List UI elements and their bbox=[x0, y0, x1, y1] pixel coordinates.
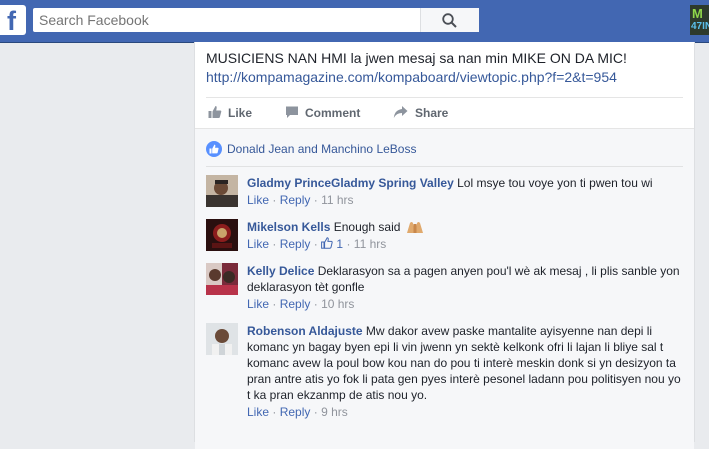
avatar-badge-letter: M bbox=[692, 6, 703, 21]
divider bbox=[206, 166, 683, 167]
post-action-bar: Like Comment Share bbox=[195, 98, 694, 128]
comment-reply-link[interactable]: Reply bbox=[280, 193, 311, 207]
top-navigation-bar: f M 47IN bbox=[0, 0, 709, 43]
comment-meta: Like · Reply · 9 hrs bbox=[247, 405, 348, 419]
share-arrow-icon bbox=[393, 106, 408, 118]
comment-meta: Like · Reply · 10 hrs bbox=[247, 297, 354, 311]
comment-like-link[interactable]: Like bbox=[247, 193, 269, 207]
meta-separator: · bbox=[272, 405, 277, 419]
meta-separator: · bbox=[313, 237, 318, 251]
meta-separator: · bbox=[313, 405, 318, 419]
comment-body: Mikelson Kells Enough said bbox=[247, 219, 683, 235]
search-input[interactable] bbox=[39, 8, 429, 32]
comment-timestamp[interactable]: 11 hrs bbox=[354, 237, 386, 251]
meta-separator: · bbox=[272, 237, 277, 251]
avatar[interactable] bbox=[206, 219, 238, 251]
meta-separator: · bbox=[313, 297, 318, 311]
search-box bbox=[33, 8, 479, 32]
comment-body: Kelly Delice Deklarasyon sa a pagen anye… bbox=[247, 263, 683, 295]
comment-author-link[interactable]: Mikelson Kells bbox=[247, 220, 330, 234]
reaction-count-value: 1 bbox=[336, 237, 344, 251]
comment-reply-link[interactable]: Reply bbox=[280, 297, 311, 311]
post-link[interactable]: http://kompamagazine.com/kompaboard/view… bbox=[206, 68, 617, 87]
meta-separator: · bbox=[272, 297, 277, 311]
folded-hands-emoji bbox=[406, 222, 423, 233]
comment-author-link[interactable]: Kelly Delice bbox=[247, 264, 314, 278]
meta-separator: · bbox=[313, 193, 318, 207]
facebook-logo[interactable]: f bbox=[0, 5, 26, 36]
thumbs-up-icon bbox=[321, 237, 333, 249]
comment-author-link[interactable]: Gladmy PrinceGladmy Spring Valley bbox=[247, 176, 454, 190]
comment-timestamp[interactable]: 9 hrs bbox=[321, 405, 348, 419]
avatar-badge-text: 47IN bbox=[691, 21, 709, 32]
comment-text: Enough said bbox=[333, 220, 401, 234]
comment-body: Robenson Aldajuste Mw dakor avew paske m… bbox=[247, 323, 683, 403]
comment-author-link[interactable]: Robenson Aldajuste bbox=[247, 324, 363, 338]
comment-timestamp[interactable]: 10 hrs bbox=[321, 297, 354, 311]
comment-like-link[interactable]: Like bbox=[247, 405, 269, 419]
comment-meta: Like · Reply · 1 · 11 hrs bbox=[247, 237, 386, 251]
comments-section: Donald Jean and Manchino LeBoss Gladmy P… bbox=[195, 128, 694, 449]
like-reaction-icon bbox=[206, 141, 222, 157]
reaction-count[interactable]: 1 bbox=[321, 237, 346, 251]
comment-icon bbox=[286, 106, 298, 118]
comment-meta: Like · Reply · 11 hrs bbox=[247, 193, 354, 207]
comment-timestamp[interactable]: 11 hrs bbox=[321, 193, 353, 207]
avatar[interactable] bbox=[206, 175, 238, 207]
search-icon bbox=[442, 13, 457, 28]
comment-like-link[interactable]: Like bbox=[247, 237, 269, 251]
share-label: Share bbox=[415, 106, 449, 120]
comment-reply-link[interactable]: Reply bbox=[280, 405, 311, 419]
avatar[interactable] bbox=[206, 263, 238, 295]
search-button[interactable] bbox=[420, 8, 479, 32]
avatar[interactable] bbox=[206, 323, 238, 355]
comment-text: Lol msye tou voye yon ti pwen tou wi bbox=[457, 176, 653, 190]
comment-reply-link[interactable]: Reply bbox=[280, 237, 311, 251]
meta-separator: · bbox=[272, 193, 277, 207]
thumbs-up-icon bbox=[208, 106, 222, 118]
post-text: MUSICIENS NAN HMI la jwen mesaj sa nan m… bbox=[206, 50, 627, 66]
comment-label: Comment bbox=[305, 106, 361, 120]
profile-avatar-thumbnail[interactable]: M 47IN bbox=[690, 5, 709, 35]
post-card: MUSICIENS NAN HMI la jwen mesaj sa nan m… bbox=[194, 42, 695, 449]
likes-summary-names[interactable]: Donald Jean and Manchino LeBoss bbox=[227, 142, 416, 156]
facebook-logo-letter: f bbox=[7, 6, 16, 36]
comment-body: Gladmy PrinceGladmy Spring Valley Lol ms… bbox=[247, 175, 683, 191]
like-label: Like bbox=[228, 106, 253, 120]
comment-like-link[interactable]: Like bbox=[247, 297, 269, 311]
meta-separator: · bbox=[346, 237, 351, 251]
